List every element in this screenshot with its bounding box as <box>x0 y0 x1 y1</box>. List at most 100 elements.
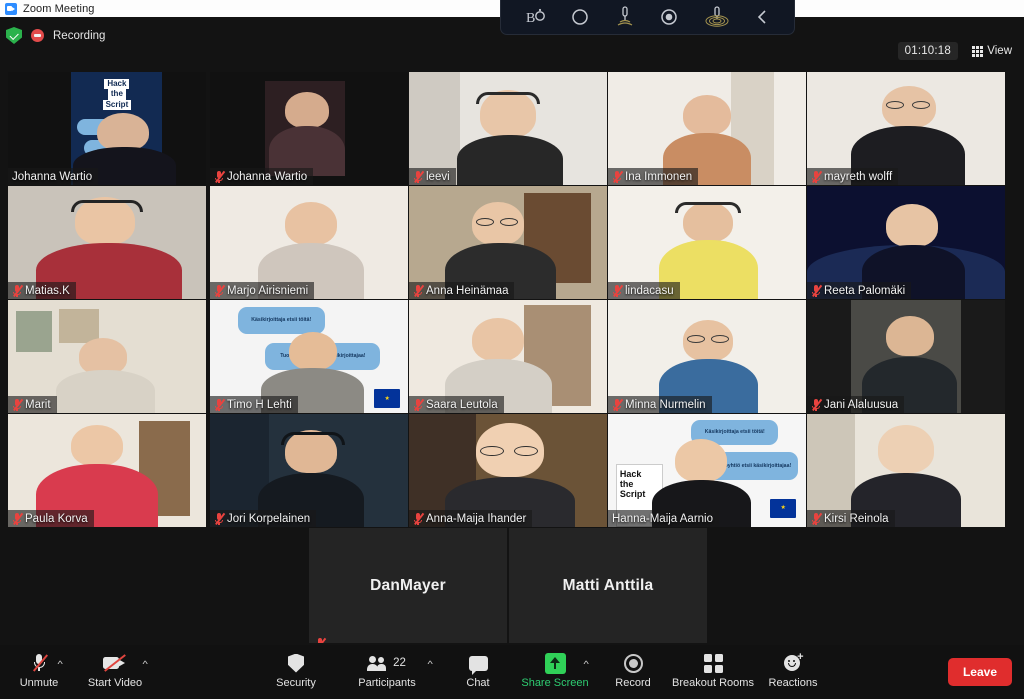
muted-microphone-icon <box>12 398 23 411</box>
microphone-wave-icon[interactable] <box>615 6 635 28</box>
audio-options-chevron-up-icon[interactable]: ^ <box>57 659 62 669</box>
participant-tile[interactable]: Jori Korpelainen <box>210 414 408 527</box>
participant-nameplate: Timo H Lehti <box>210 396 298 413</box>
chevron-left-icon[interactable] <box>755 8 769 26</box>
share-screen-label: Share Screen <box>521 677 589 689</box>
participant-name: Timo H Lehti <box>227 398 292 411</box>
camera-off-icon <box>103 652 127 674</box>
meeting-controls-toolbar: Unmute ^ Start Video ^ Security 22 Parti… <box>0 645 1024 699</box>
participant-tile[interactable]: Matias.K <box>8 186 206 299</box>
participant-tile[interactable]: Marit <box>8 300 206 413</box>
participants-label: Participants <box>358 677 416 689</box>
svg-text:B: B <box>526 11 535 26</box>
muted-microphone-icon <box>214 284 225 297</box>
participant-tile[interactable]: Johanna Wartio <box>210 72 408 185</box>
participant-tile[interactable]: Matti Anttila <box>509 528 707 643</box>
leave-button[interactable]: Leave <box>947 658 1012 686</box>
participant-tile[interactable]: Marjo Airisniemi <box>210 186 408 299</box>
security-button[interactable]: Security <box>257 652 335 689</box>
reactions-button[interactable]: + Reactions <box>754 651 832 689</box>
participant-nameplate: mayreth wolff <box>807 168 899 185</box>
participant-nameplate: Anna Heinämaa <box>409 282 515 299</box>
participant-nameplate: Johanna Wartio <box>210 168 314 185</box>
participant-tile[interactable]: Minna Nurmelin <box>608 300 806 413</box>
participant-name: Marjo Airisniemi <box>227 284 309 297</box>
unmute-label: Unmute <box>19 677 59 689</box>
breakout-rooms-button[interactable]: Breakout Rooms <box>672 652 754 689</box>
unmute-button[interactable]: Unmute <box>0 652 78 689</box>
muted-microphone-icon <box>413 284 424 297</box>
recording-status: Recording <box>6 27 105 44</box>
participant-name: Paula Korva <box>25 512 88 525</box>
record-circle-icon <box>623 652 643 674</box>
participant-name: Johanna Wartio <box>12 170 93 183</box>
participant-tile[interactable]: Anna Heinämaa <box>409 186 607 299</box>
participant-tile[interactable]: Hack the Script Johanna Wartio <box>8 72 206 185</box>
participant-nameplate: Paula Korva <box>8 510 94 527</box>
participants-button[interactable]: 22 Participants <box>348 652 426 689</box>
meeting-timer: 01:10:18 <box>897 42 958 60</box>
muted-microphone-icon <box>811 398 822 411</box>
participant-name: Ina Immonen <box>625 170 693 183</box>
participant-tile[interactable]: mayreth wolff <box>807 72 1005 185</box>
participant-name: mayreth wolff <box>824 170 893 183</box>
shield-icon <box>288 652 304 674</box>
muted-microphone-icon <box>413 512 424 525</box>
record-button[interactable]: Record <box>594 652 672 689</box>
participant-tile[interactable]: lindacasu <box>608 186 806 299</box>
participant-nameplate: Hanna-Maija Aarnio <box>608 510 720 527</box>
participant-gallery: Hack the Script Johanna Wartio Johanna W… <box>0 58 1024 645</box>
muted-microphone-icon <box>612 398 623 411</box>
chat-label: Chat <box>466 677 490 689</box>
participant-tile[interactable]: Anna-Maija Ihander <box>409 414 607 527</box>
participant-tile[interactable]: Kirsi Reinola <box>807 414 1005 527</box>
participant-name: Marit <box>25 398 51 411</box>
view-button[interactable]: View <box>967 42 1017 60</box>
start-video-button[interactable]: Start Video <box>76 652 154 689</box>
muted-microphone-icon <box>811 512 822 525</box>
window-title: Zoom Meeting <box>23 2 95 15</box>
bo-logo-icon: B <box>526 7 546 27</box>
participant-name: leevi <box>426 170 450 183</box>
breakout-rooms-label: Breakout Rooms <box>672 677 754 689</box>
participant-tile[interactable]: Paula Korva <box>8 414 206 527</box>
video-options-chevron-up-icon[interactable]: ^ <box>142 659 147 669</box>
participant-nameplate: Marit <box>8 396 57 413</box>
green-shield-check-icon[interactable] <box>6 27 22 44</box>
participant-tile[interactable]: DanMayer <box>309 528 507 643</box>
circle-icon[interactable] <box>571 8 589 26</box>
participant-name: lindacasu <box>625 284 674 297</box>
participant-tile[interactable]: Käsikirjoittaja etsii töitä! Tuotantoyht… <box>608 414 806 527</box>
muted-microphone-icon <box>612 170 623 183</box>
participant-tile[interactable]: Saara Leutola <box>409 300 607 413</box>
participant-nameplate: Jori Korpelainen <box>210 510 317 527</box>
participant-name: Kirsi Reinola <box>824 512 889 525</box>
muted-microphone-icon <box>413 398 424 411</box>
participant-nameplate: lindacasu <box>608 282 680 299</box>
participant-tile[interactable]: Ina Immonen <box>608 72 806 185</box>
people-icon: 22 <box>367 652 406 674</box>
participant-name: Jori Korpelainen <box>227 512 311 525</box>
participant-tile[interactable]: Jani Alaluusua <box>807 300 1005 413</box>
participants-options-chevron-up-icon[interactable]: ^ <box>427 659 432 669</box>
muted-microphone-icon <box>612 284 623 297</box>
record-dot-icon[interactable] <box>660 8 678 26</box>
participant-nameplate: Matias.K <box>8 282 76 299</box>
share-options-chevron-up-icon[interactable]: ^ <box>583 659 588 669</box>
os-audio-overlay[interactable]: B <box>500 0 795 35</box>
microphone-ripple-icon[interactable] <box>704 6 730 28</box>
participant-nameplate: Jani Alaluusua <box>807 396 905 413</box>
participant-name: Reeta Palomäki <box>824 284 906 297</box>
participant-tile[interactable]: Reeta Palomäki <box>807 186 1005 299</box>
share-screen-button[interactable]: Share Screen <box>516 652 594 689</box>
participant-name: Matti Anttila <box>562 576 654 594</box>
participant-tile[interactable]: Käsikirjoittaja etsii töitä! Tuotantoyht… <box>210 300 408 413</box>
smiley-plus-icon: + <box>783 651 804 674</box>
recording-dot-icon[interactable] <box>31 29 44 42</box>
recording-label: Recording <box>53 29 106 42</box>
participant-name: DanMayer <box>370 576 446 594</box>
start-video-label: Start Video <box>87 677 143 689</box>
muted-microphone-icon <box>12 284 23 297</box>
participant-tile[interactable]: leevi <box>409 72 607 185</box>
chat-button[interactable]: Chat <box>439 652 517 689</box>
